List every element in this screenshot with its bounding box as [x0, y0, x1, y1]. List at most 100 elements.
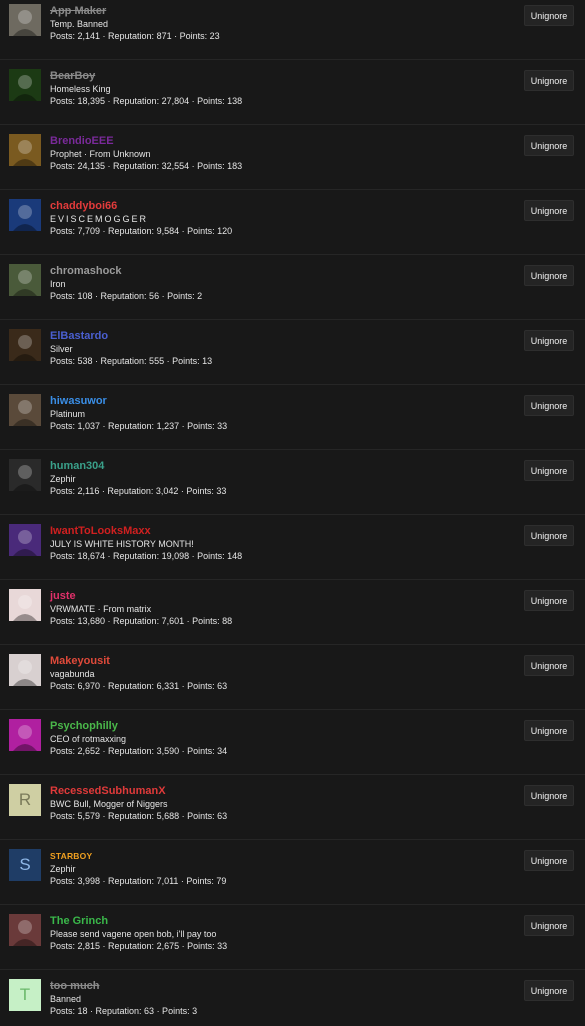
unignore-button[interactable]: Unignore	[524, 265, 574, 286]
unignore-button[interactable]: Unignore	[524, 525, 574, 546]
ignored-user-row: Makeyousit vagabunda Posts: 6,970 · Reputa…	[0, 645, 585, 710]
face-avatar-icon	[9, 394, 41, 426]
user-info: BrendioEEE Prophet · From Unknown Posts: 2…	[50, 135, 515, 172]
user-info: chaddyboi66 EVISCEMOGGER Posts: 7,709 · Re…	[50, 200, 515, 237]
user-avatar[interactable]: T	[9, 979, 41, 1011]
username-link[interactable]: chaddyboi66	[50, 200, 515, 213]
user-avatar[interactable]	[9, 264, 41, 296]
ignored-user-row: juste VRWMATE · From matrix Posts: 13,680 …	[0, 580, 585, 645]
unignore-button[interactable]: Unignore	[524, 135, 574, 156]
user-title: vagabunda	[50, 669, 95, 679]
ignored-user-row: Psychophilly CEO of rotmaxxing Posts: 2,65…	[0, 710, 585, 775]
user-avatar[interactable]	[9, 134, 41, 166]
user-title: Banned	[50, 994, 82, 1004]
unignore-button[interactable]: Unignore	[524, 915, 574, 936]
user-stats: Posts: 2,815 · Reputation: 2,675 · Point…	[50, 941, 228, 951]
ignored-user-row: The Grinch Please send vagene open bob, i…	[0, 905, 585, 970]
ignored-user-row: App Maker Temp. Banned Posts: 2,141 · Repu…	[0, 0, 585, 60]
user-avatar[interactable]	[9, 394, 41, 426]
unignore-button[interactable]: Unignore	[524, 395, 574, 416]
user-title: Iron	[50, 279, 66, 289]
user-info: The Grinch Please send vagene open bob, i…	[50, 915, 515, 952]
user-title: BWC Bull, Mogger of Niggers	[50, 799, 168, 809]
anime-avatar-icon	[9, 589, 41, 621]
user-avatar[interactable]: S	[9, 849, 41, 881]
username-link[interactable]: human304	[50, 460, 515, 473]
username-link[interactable]: IwantToLooksMaxx	[50, 525, 515, 538]
ignored-user-row: BrendioEEE Prophet · From Unknown Posts: 2…	[0, 125, 585, 190]
user-info: RecessedSubhumanX BWC Bull, Mogger of Nig…	[50, 785, 515, 822]
unignore-button[interactable]: Unignore	[524, 590, 574, 611]
user-info: STARBOY Zephir Posts: 3,998 · Reputation: …	[50, 850, 515, 887]
user-avatar[interactable]	[9, 524, 41, 556]
ignored-user-row: Ttoo much Banned Posts: 18 · Reputation: 6…	[0, 970, 585, 1026]
username-link[interactable]: App Maker	[50, 5, 515, 18]
user-stats: Posts: 1,037 · Reputation: 1,237 · Point…	[50, 421, 228, 431]
unignore-button[interactable]: Unignore	[524, 200, 574, 221]
unignore-button[interactable]: Unignore	[524, 330, 574, 351]
user-title: EVISCEMOGGER	[50, 214, 149, 224]
frog-avatar-icon	[9, 264, 41, 296]
username-link[interactable]: BearBoy	[50, 70, 515, 83]
unignore-button[interactable]: Unignore	[524, 720, 574, 741]
user-title: JULY IS WHITE HISTORY MONTH!	[50, 539, 194, 549]
user-title: Please send vagene open bob, i'll pay to…	[50, 929, 217, 939]
user-stats: Posts: 108 · Reputation: 56 · Points: 2	[50, 291, 203, 301]
ignored-user-row: BearBoy Homeless King Posts: 18,395 · Repu…	[0, 60, 585, 125]
username-link[interactable]: ElBastardo	[50, 330, 515, 343]
user-info: too much Banned Posts: 18 · Reputation: 63…	[50, 980, 515, 1017]
user-avatar[interactable]	[9, 69, 41, 101]
unignore-button[interactable]: Unignore	[524, 5, 574, 26]
user-title: Silver	[50, 344, 73, 354]
user-stats: Posts: 538 · Reputation: 555 · Points: 1…	[50, 356, 213, 366]
username-link[interactable]: Makeyousit	[50, 655, 515, 668]
username-link[interactable]: STARBOY	[50, 850, 515, 863]
avatar-letter: T	[19, 985, 31, 1004]
unignore-button[interactable]: Unignore	[524, 70, 574, 91]
user-info: juste VRWMATE · From matrix Posts: 13,680 …	[50, 590, 515, 627]
unignore-button[interactable]: Unignore	[524, 980, 574, 1001]
sunglasses-avatar-icon	[9, 199, 41, 231]
user-avatar[interactable]	[9, 914, 41, 946]
user-avatar[interactable]	[9, 719, 41, 751]
user-title: Homeless King	[50, 84, 111, 94]
username-link[interactable]: juste	[50, 590, 515, 603]
ignored-user-row: chaddyboi66 EVISCEMOGGER Posts: 7,709 · Re…	[0, 190, 585, 255]
user-avatar[interactable]	[9, 589, 41, 621]
username-link[interactable]: RecessedSubhumanX	[50, 785, 515, 798]
unignore-button[interactable]: Unignore	[524, 655, 574, 676]
ignored-user-row: ElBastardo Silver Posts: 538 · Reputation:…	[0, 320, 585, 385]
user-stats: Posts: 2,141 · Reputation: 871 · Points:…	[50, 31, 220, 41]
username-link[interactable]: chromashock	[50, 265, 515, 278]
user-title: Platinum	[50, 409, 86, 419]
username-link[interactable]: BrendioEEE	[50, 135, 515, 148]
user-avatar[interactable]	[9, 199, 41, 231]
user-avatar[interactable]	[9, 4, 41, 36]
username-link[interactable]: Psychophilly	[50, 720, 515, 733]
user-avatar[interactable]	[9, 329, 41, 361]
user-title: CEO of rotmaxxing	[50, 734, 127, 744]
user-info: Makeyousit vagabunda Posts: 6,970 · Reputa…	[50, 655, 515, 692]
user-info: BearBoy Homeless King Posts: 18,395 · Repu…	[50, 70, 515, 107]
user-avatar[interactable]	[9, 654, 41, 686]
user-stats: Posts: 2,652 · Reputation: 3,590 · Point…	[50, 746, 228, 756]
user-avatar[interactable]	[9, 459, 41, 491]
unignore-button[interactable]: Unignore	[524, 785, 574, 806]
username-link[interactable]: hiwasuwor	[50, 395, 515, 408]
user-stats: Posts: 6,970 · Reputation: 6,331 · Point…	[50, 681, 228, 691]
ignored-user-row: S STARBOY Zephir Posts: 3,998 · Reputation:…	[0, 840, 585, 905]
username-link[interactable]: The Grinch	[50, 915, 515, 928]
user-avatar[interactable]: R	[9, 784, 41, 816]
user-stats: Posts: 7,709 · Reputation: 9,584 · Point…	[50, 226, 233, 236]
group-avatar-icon	[9, 524, 41, 556]
user-info: ElBastardo Silver Posts: 538 · Reputation:…	[50, 330, 515, 367]
robot-avatar-icon	[9, 4, 41, 36]
unignore-button[interactable]: Unignore	[524, 850, 574, 871]
user-title: Zephir	[50, 474, 76, 484]
user-title: Zephir	[50, 864, 76, 874]
unignore-button[interactable]: Unignore	[524, 460, 574, 481]
username-link[interactable]: too much	[50, 980, 515, 993]
cartoon-avatar-icon	[9, 134, 41, 166]
ignored-user-row: R RecessedSubhumanX BWC Bull, Mogger of Ni…	[0, 775, 585, 840]
user-info: Psychophilly CEO of rotmaxxing Posts: 2,65…	[50, 720, 515, 757]
